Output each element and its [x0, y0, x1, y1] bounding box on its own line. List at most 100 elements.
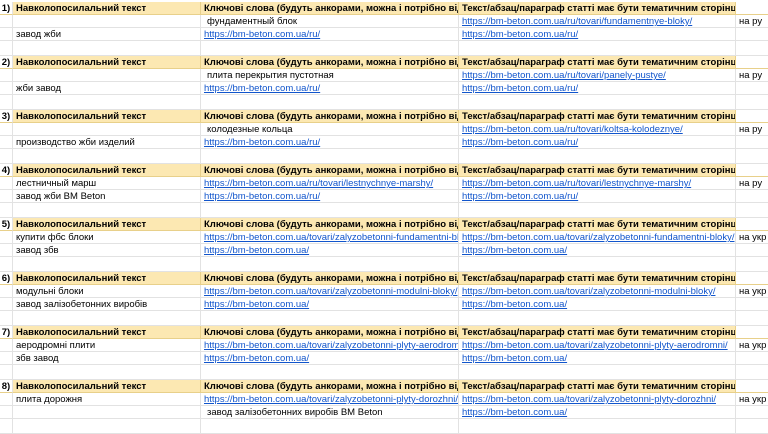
empty-cell[interactable] — [201, 95, 459, 110]
header-target-url[interactable]: Текст/абзац/параграф статті має бути тем… — [459, 164, 736, 177]
target-url-cell[interactable]: https://bm-beton.com.ua/tovari/zalyzobet… — [459, 231, 736, 244]
context-text-cell[interactable]: плита дорожня — [13, 393, 201, 406]
empty-cell[interactable] — [736, 257, 768, 272]
empty-cell[interactable] — [736, 203, 768, 218]
empty-cell[interactable] — [0, 41, 13, 56]
anchor-cell[interactable]: https://bm-beton.com.ua/ru/ — [201, 136, 459, 149]
context-text-cell[interactable] — [13, 406, 201, 419]
target-url-cell[interactable]: https://bm-beton.com.ua/ — [459, 244, 736, 257]
header-keywords[interactable]: Ключові слова (будуть анкорами, можна і … — [201, 110, 459, 123]
anchor-cell[interactable]: https://bm-beton.com.ua/tovari/zalyzobet… — [201, 339, 459, 352]
empty-cell[interactable] — [0, 257, 13, 272]
header-target-url[interactable]: Текст/абзац/параграф статті має бути тем… — [459, 2, 736, 15]
target-url-link[interactable]: https://bm-beton.com.ua/ru/tovari/lestny… — [462, 178, 691, 189]
anchor-link[interactable]: https://bm-beton.com.ua/ — [204, 245, 309, 256]
target-url-cell[interactable]: https://bm-beton.com.ua/ru/tovari/koltsa… — [459, 123, 736, 136]
empty-cell[interactable] — [201, 41, 459, 56]
header-context-text[interactable]: Навколопосилальний текст — [13, 164, 201, 177]
context-text-cell[interactable]: завод збв — [13, 244, 201, 257]
empty-cell[interactable] — [201, 257, 459, 272]
empty-cell[interactable] — [201, 419, 459, 434]
target-url-cell[interactable]: https://bm-beton.com.ua/ru/ — [459, 190, 736, 203]
header-target-url[interactable]: Текст/абзац/параграф статті має бути тем… — [459, 326, 736, 339]
anchor-cell[interactable]: https://bm-beton.com.ua/tovari/zalyzobet… — [201, 231, 459, 244]
header-keywords[interactable]: Ключові слова (будуть анкорами, можна і … — [201, 326, 459, 339]
empty-cell[interactable] — [459, 203, 736, 218]
empty-cell[interactable] — [0, 311, 13, 326]
language-note-cell[interactable] — [736, 352, 768, 365]
language-note-cell[interactable]: на ру — [736, 69, 768, 82]
language-note-cell[interactable] — [736, 298, 768, 311]
language-note-cell[interactable] — [736, 190, 768, 203]
target-url-cell[interactable]: https://bm-beton.com.ua/ — [459, 352, 736, 365]
header-target-url[interactable]: Текст/абзац/параграф статті має бути тем… — [459, 218, 736, 231]
header-empty-cell[interactable] — [736, 326, 768, 339]
anchor-link[interactable]: https://bm-beton.com.ua/ru/ — [204, 29, 320, 40]
target-url-link[interactable]: https://bm-beton.com.ua/ — [462, 407, 567, 418]
anchor-cell[interactable]: https://bm-beton.com.ua/ — [201, 244, 459, 257]
context-text-cell[interactable]: збв завод — [13, 352, 201, 365]
context-text-cell[interactable]: модульні блоки — [13, 285, 201, 298]
empty-cell[interactable] — [201, 365, 459, 380]
empty-cell[interactable] — [0, 149, 13, 164]
empty-cell[interactable] — [0, 95, 13, 110]
anchor-cell[interactable]: https://bm-beton.com.ua/tovari/zalyzobet… — [201, 285, 459, 298]
empty-cell[interactable] — [459, 419, 736, 434]
target-url-cell[interactable]: https://bm-beton.com.ua/ru/ — [459, 28, 736, 41]
anchor-link[interactable]: https://bm-beton.com.ua/ru/ — [204, 191, 320, 202]
target-url-cell[interactable]: https://bm-beton.com.ua/tovari/zalyzobet… — [459, 285, 736, 298]
context-text-cell[interactable] — [13, 123, 201, 136]
anchor-link[interactable]: https://bm-beton.com.ua/ — [204, 299, 309, 310]
empty-cell[interactable] — [0, 419, 13, 434]
anchor-link[interactable]: https://bm-beton.com.ua/tovari/zalyzobet… — [204, 394, 458, 405]
language-note-cell[interactable]: на укр — [736, 393, 768, 406]
header-context-text[interactable]: Навколопосилальний текст — [13, 56, 201, 69]
target-url-cell[interactable]: https://bm-beton.com.ua/ru/tovari/lestny… — [459, 177, 736, 190]
language-note-cell[interactable]: на ру — [736, 177, 768, 190]
empty-cell[interactable] — [459, 95, 736, 110]
empty-cell[interactable] — [736, 419, 768, 434]
context-text-cell[interactable] — [13, 69, 201, 82]
empty-cell[interactable] — [0, 203, 13, 218]
empty-cell[interactable] — [736, 311, 768, 326]
empty-cell[interactable] — [13, 257, 201, 272]
empty-cell[interactable] — [459, 311, 736, 326]
anchor-link[interactable]: https://bm-beton.com.ua/ — [204, 353, 309, 364]
language-note-cell[interactable] — [736, 136, 768, 149]
header-keywords[interactable]: Ключові слова (будуть анкорами, можна і … — [201, 56, 459, 69]
target-url-link[interactable]: https://bm-beton.com.ua/ — [462, 353, 567, 364]
header-keywords[interactable]: Ключові слова (будуть анкорами, можна і … — [201, 380, 459, 393]
target-url-link[interactable]: https://bm-beton.com.ua/tovari/zalyzobet… — [462, 394, 716, 405]
target-url-link[interactable]: https://bm-beton.com.ua/ru/tovari/koltsa… — [462, 124, 683, 135]
context-text-cell[interactable]: лестничный марш — [13, 177, 201, 190]
header-target-url[interactable]: Текст/абзац/параграф статті має бути тем… — [459, 380, 736, 393]
header-empty-cell[interactable] — [736, 272, 768, 285]
empty-cell[interactable] — [13, 203, 201, 218]
context-text-cell[interactable]: завод залізобетонних виробів — [13, 298, 201, 311]
empty-cell[interactable] — [459, 365, 736, 380]
header-target-url[interactable]: Текст/абзац/параграф статті має бути тем… — [459, 272, 736, 285]
target-url-link[interactable]: https://bm-beton.com.ua/ru/ — [462, 83, 578, 94]
language-note-cell[interactable]: на укр — [736, 231, 768, 244]
target-url-link[interactable]: https://bm-beton.com.ua/ — [462, 245, 567, 256]
anchor-link[interactable]: https://bm-beton.com.ua/tovari/zalyzobet… — [204, 286, 457, 297]
context-text-cell[interactable]: аеродромні плити — [13, 339, 201, 352]
target-url-link[interactable]: https://bm-beton.com.ua/ru/ — [462, 191, 578, 202]
header-keywords[interactable]: Ключові слова (будуть анкорами, можна і … — [201, 218, 459, 231]
context-text-cell[interactable]: завод жби — [13, 28, 201, 41]
header-empty-cell[interactable] — [736, 2, 768, 15]
anchor-cell[interactable]: https://bm-beton.com.ua/ — [201, 352, 459, 365]
header-target-url[interactable]: Текст/абзац/параграф статті має бути тем… — [459, 56, 736, 69]
empty-cell[interactable] — [736, 41, 768, 56]
empty-cell[interactable] — [736, 365, 768, 380]
header-empty-cell[interactable] — [736, 164, 768, 177]
target-url-link[interactable]: https://bm-beton.com.ua/tovari/zalyzobet… — [462, 340, 728, 351]
empty-cell[interactable] — [201, 311, 459, 326]
empty-cell[interactable] — [201, 149, 459, 164]
header-context-text[interactable]: Навколопосилальний текст — [13, 2, 201, 15]
header-empty-cell[interactable] — [736, 56, 768, 69]
header-context-text[interactable]: Навколопосилальний текст — [13, 380, 201, 393]
target-url-cell[interactable]: https://bm-beton.com.ua/ — [459, 298, 736, 311]
anchor-link[interactable]: https://bm-beton.com.ua/ru/tovari/lestny… — [204, 178, 433, 189]
header-context-text[interactable]: Навколопосилальний текст — [13, 326, 201, 339]
